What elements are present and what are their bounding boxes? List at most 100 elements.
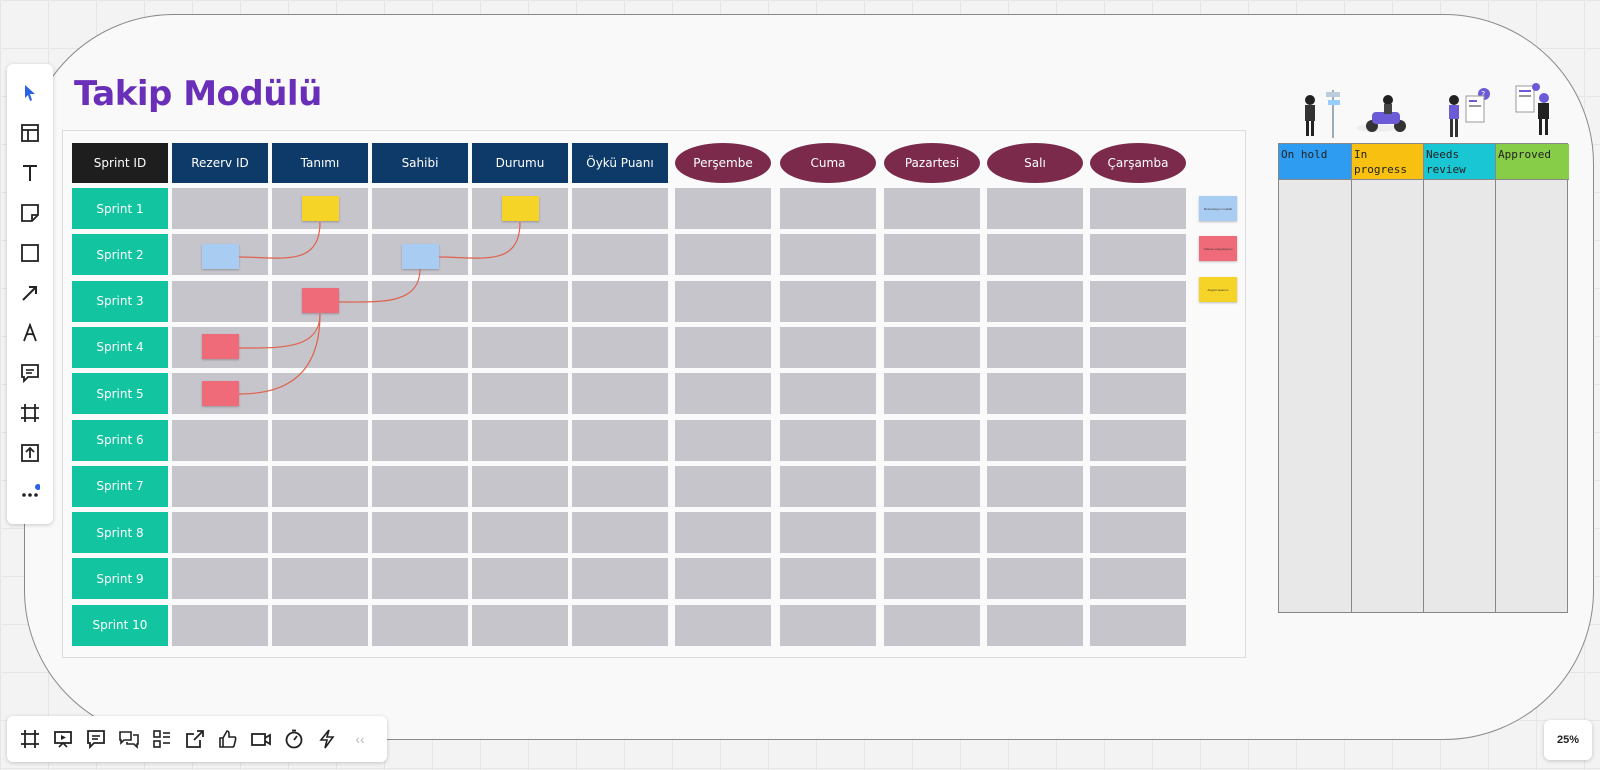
grid-cell[interactable] (572, 234, 668, 276)
grid-cell[interactable] (884, 326, 980, 368)
grid-cell[interactable] (780, 604, 876, 646)
frame-icon[interactable] (15, 398, 45, 428)
grid-cell[interactable] (272, 234, 368, 276)
grid-cell[interactable] (780, 558, 876, 600)
grid-cell[interactable] (987, 604, 1083, 646)
grid-cell[interactable] (572, 280, 668, 322)
grid-cell[interactable] (472, 373, 568, 415)
person-document-illustration[interactable] (1512, 82, 1556, 138)
comment-icon[interactable] (15, 358, 45, 388)
grid-cell[interactable] (1090, 326, 1186, 368)
grid-cell[interactable] (272, 512, 368, 554)
grid-cell[interactable] (884, 558, 980, 600)
upload-icon[interactable] (15, 438, 45, 468)
chat-icon[interactable] (114, 724, 144, 754)
grid-cell[interactable] (675, 326, 771, 368)
scooter-illustration[interactable] (1354, 92, 1414, 134)
grid-cell[interactable] (780, 280, 876, 322)
grid-cell[interactable] (780, 512, 876, 554)
grid-cell[interactable] (172, 280, 268, 322)
grid-cell[interactable] (884, 512, 980, 554)
grid-cell[interactable] (472, 512, 568, 554)
kanban-board[interactable]: On hold In progress Needs review Approve… (1278, 143, 1569, 613)
kanban-column-on-hold[interactable]: On hold (1279, 144, 1352, 612)
header-day-sali[interactable]: Salı (987, 143, 1083, 183)
grid-cell[interactable] (1090, 280, 1186, 322)
grid-cell[interactable] (572, 188, 668, 229)
like-icon[interactable] (213, 724, 243, 754)
grid-cell[interactable] (472, 419, 568, 461)
grid-cell[interactable] (172, 188, 268, 229)
grid-cell[interactable] (675, 604, 771, 646)
grid-cell[interactable] (372, 326, 468, 368)
row-label[interactable]: Sprint 6 (72, 419, 168, 461)
arrow-icon[interactable] (15, 278, 45, 308)
kanban-column-needs-review[interactable]: Needs review (1424, 144, 1496, 612)
grid-cell[interactable] (675, 419, 771, 461)
sticky-note-icon[interactable] (15, 198, 45, 228)
grid-cell[interactable] (780, 326, 876, 368)
grid-cell[interactable] (675, 512, 771, 554)
sticky-note-pink[interactable] (202, 381, 239, 406)
grid-cell[interactable] (272, 558, 368, 600)
presentation-icon[interactable] (48, 724, 78, 754)
grid-cell[interactable] (780, 188, 876, 229)
grid-cell[interactable] (372, 512, 468, 554)
grid-cell[interactable] (884, 604, 980, 646)
header-rezerv-id[interactable]: Rezerv ID (172, 143, 268, 183)
grid-cell[interactable] (572, 373, 668, 415)
grid-cell[interactable] (172, 465, 268, 507)
grid-cell[interactable] (272, 326, 368, 368)
grid-cell[interactable] (884, 280, 980, 322)
sticky-note-blue[interactable] (402, 244, 439, 269)
row-label[interactable]: Sprint 10 (72, 604, 168, 646)
header-day-pazartesi[interactable]: Pazartesi (884, 143, 980, 183)
grid-cell[interactable] (472, 234, 568, 276)
select-icon[interactable] (15, 78, 45, 108)
grid-cell[interactable] (675, 188, 771, 229)
grid-cell[interactable] (884, 234, 980, 276)
frame-icon[interactable] (15, 724, 45, 754)
grid-cell[interactable] (987, 373, 1083, 415)
grid-cell[interactable] (1090, 373, 1186, 415)
row-label[interactable]: Sprint 2 (72, 234, 168, 276)
kanban-column-approved[interactable]: Approved (1496, 144, 1569, 612)
grid-cell[interactable] (372, 465, 468, 507)
header-day-cuma[interactable]: Cuma (780, 143, 876, 183)
grid-cell[interactable] (1090, 604, 1186, 646)
legend-sticky-yellow[interactable]: Arayüz tasarımı (1199, 277, 1237, 302)
header-day-carsamba[interactable]: Çarşamba (1090, 143, 1186, 183)
grid-cell[interactable] (987, 465, 1083, 507)
grid-cell[interactable] (987, 280, 1083, 322)
text-icon[interactable] (15, 158, 45, 188)
grid-cell[interactable] (172, 558, 268, 600)
grid-cell[interactable] (1090, 465, 1186, 507)
legend-sticky-pink[interactable]: Ödeme entegrasyonu (1199, 236, 1237, 261)
person-question-illustration[interactable]: ? (1440, 86, 1496, 140)
grid-cell[interactable] (272, 373, 368, 415)
grid-cell[interactable] (1090, 234, 1186, 276)
grid-cell[interactable] (372, 373, 468, 415)
grid-cell[interactable] (675, 373, 771, 415)
grid-cell[interactable] (472, 280, 568, 322)
grid-cell[interactable] (675, 465, 771, 507)
shape-icon[interactable] (15, 238, 45, 268)
row-label[interactable]: Sprint 1 (72, 188, 168, 229)
video-icon[interactable] (246, 724, 276, 754)
grid-cell[interactable] (987, 419, 1083, 461)
cards-icon[interactable] (147, 724, 177, 754)
grid-cell[interactable] (780, 373, 876, 415)
header-day-persembe[interactable]: Perşembe (675, 143, 771, 183)
grid-cell[interactable] (884, 465, 980, 507)
grid-cell[interactable] (987, 558, 1083, 600)
kanban-header-needs-review[interactable]: Needs review (1424, 144, 1495, 180)
lightning-icon[interactable] (312, 724, 342, 754)
comment-icon[interactable] (81, 724, 111, 754)
grid-cell[interactable] (780, 234, 876, 276)
sticky-note-pink[interactable] (302, 288, 339, 313)
grid-cell[interactable] (780, 465, 876, 507)
grid-cell[interactable] (675, 280, 771, 322)
grid-cell[interactable] (1090, 512, 1186, 554)
grid-cell[interactable] (372, 419, 468, 461)
person-signpost-illustration[interactable] (1296, 86, 1346, 140)
